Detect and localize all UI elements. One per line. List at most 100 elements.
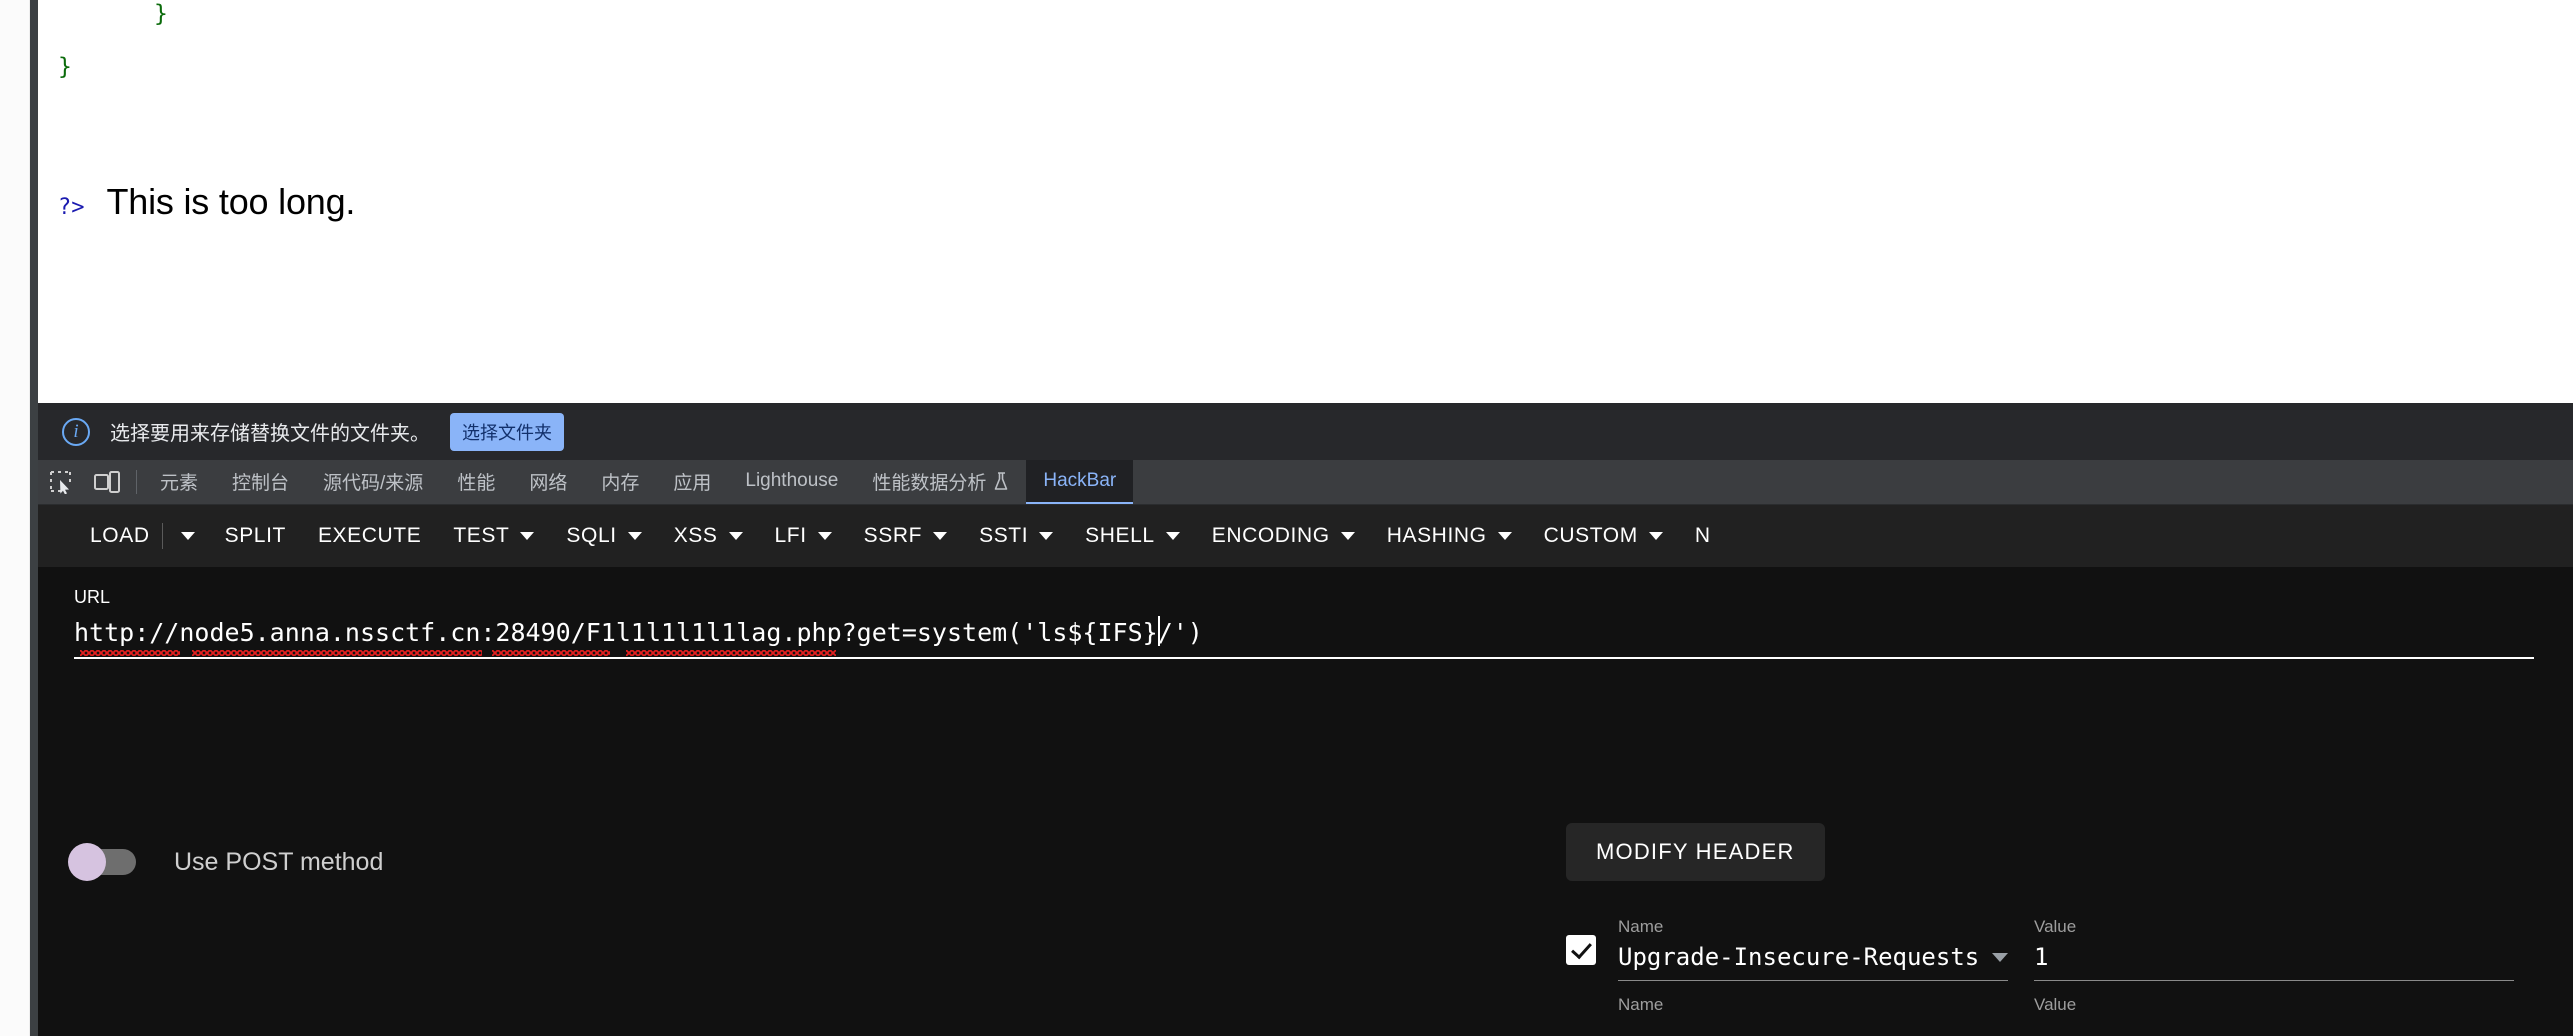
hackbar-sqli-menu[interactable]: SQLI xyxy=(550,505,657,567)
devtools-info-bar: i 选择要用来存储替换文件的文件夹。 选择文件夹 xyxy=(38,403,2573,460)
tab-sources[interactable]: 源代码/来源 xyxy=(306,460,440,504)
devtools-panel: i 选择要用来存储替换文件的文件夹。 选择文件夹 元素 控制台 源代码/来源 性… xyxy=(0,403,2573,1036)
tab-lighthouse[interactable]: Lighthouse xyxy=(728,460,855,504)
tab-label: 性能 xyxy=(457,472,496,494)
hackbar-custom-menu[interactable]: CUSTOM xyxy=(1528,505,1679,567)
modify-header-button[interactable]: MODIFY HEADER xyxy=(1566,823,1825,881)
hackbar-item-label: SPLIT xyxy=(224,524,286,547)
spellcheck-underline xyxy=(626,650,836,656)
header-value-value: 1 xyxy=(2034,943,2049,971)
chevron-down-icon xyxy=(520,532,535,540)
header-value-caption: Value xyxy=(2034,995,2077,1014)
page-left-gutter xyxy=(0,0,30,403)
hackbar-xss-menu[interactable]: XSS xyxy=(658,505,759,567)
tab-hackbar[interactable]: HackBar xyxy=(1026,460,1134,504)
tab-label: 元素 xyxy=(160,472,199,494)
page-scrollbar[interactable] xyxy=(30,0,38,403)
screen-root: } } ?> This is too long. i 选择要用来存储替换文件的文… xyxy=(0,0,2573,1036)
header-name-input[interactable]: Upgrade-Insecure-Requests xyxy=(1618,943,2008,981)
hackbar-overflow-menu[interactable]: N xyxy=(1679,505,1727,567)
tab-label: 网络 xyxy=(529,472,568,494)
tab-label: 内存 xyxy=(601,472,640,494)
hackbar-item-label: ENCODING xyxy=(1211,524,1330,547)
devtools-tab-strip: 元素 控制台 源代码/来源 性能 网络 内存 应用 Lighthouse 性能数… xyxy=(38,460,2573,505)
tab-performance-insights[interactable]: 性能数据分析 xyxy=(855,460,1026,504)
headers-zone: Name Upgrade-Insecure-Requests Value 1 N… xyxy=(38,907,2573,1036)
chevron-down-icon xyxy=(1340,532,1355,540)
hackbar-item-label: TEST xyxy=(453,524,510,547)
header-value-input[interactable]: 1 xyxy=(2034,943,2514,981)
header-value-field: Value xyxy=(2034,995,2514,1021)
chevron-down-icon xyxy=(1648,532,1663,540)
chevron-down-icon xyxy=(1165,532,1180,540)
hackbar-load-button[interactable]: LOAD xyxy=(74,505,158,567)
page-message-line: ?> This is too long. xyxy=(58,181,355,223)
tab-elements[interactable]: 元素 xyxy=(143,460,215,504)
hackbar-item-label: LOAD xyxy=(90,524,150,547)
tab-label: Lighthouse xyxy=(745,470,839,491)
url-value: http://node5.anna.nssctf.cn:28490/F1l1l1… xyxy=(74,618,1203,647)
select-folder-button[interactable]: 选择文件夹 xyxy=(450,412,564,451)
tab-application[interactable]: 应用 xyxy=(656,460,728,504)
hackbar-ssti-menu[interactable]: SSTI xyxy=(963,505,1069,567)
beaker-icon xyxy=(994,471,1009,491)
info-circle-icon: i xyxy=(62,417,90,446)
chevron-down-icon xyxy=(1039,532,1054,540)
tab-performance[interactable]: 性能 xyxy=(440,460,512,504)
tab-label: HackBar xyxy=(1043,470,1117,491)
hackbar-item-label: SSTI xyxy=(979,524,1029,547)
post-method-row: Use POST method MODIFY HEADER xyxy=(38,817,2573,907)
spellcheck-underline xyxy=(492,650,610,656)
info-bar-text: 选择要用来存储替换文件的文件夹。 xyxy=(110,423,430,445)
chevron-down-icon xyxy=(817,532,832,540)
hackbar-lfi-menu[interactable]: LFI xyxy=(759,505,848,567)
hackbar-item-label: SQLI xyxy=(566,524,617,547)
tab-console[interactable]: 控制台 xyxy=(215,460,306,504)
header-name-field: Name Upgrade-Insecure-Requests xyxy=(1618,917,2008,981)
spellcheck-underline xyxy=(80,650,180,656)
hackbar-shell-menu[interactable]: SHELL xyxy=(1069,505,1196,567)
header-name-field: Name xyxy=(1618,995,2008,1021)
hackbar-item-label: HASHING xyxy=(1386,524,1487,547)
hackbar-item-label: EXECUTE xyxy=(317,524,422,547)
hackbar-item-label: CUSTOM xyxy=(1543,524,1638,547)
inspect-element-icon[interactable] xyxy=(38,460,84,504)
php-close-tag: ?> xyxy=(58,195,85,220)
code-closing-brace-outer: } xyxy=(58,54,72,80)
tab-label: 应用 xyxy=(673,472,712,494)
hackbar-ssrf-menu[interactable]: SSRF xyxy=(848,505,963,567)
devtools-left-scrollbar[interactable] xyxy=(30,403,38,1036)
hackbar-item-label: N xyxy=(1694,524,1711,547)
hackbar-test-menu[interactable]: TEST xyxy=(437,505,550,567)
hackbar-load-dropdown[interactable] xyxy=(167,505,209,567)
tab-label: 源代码/来源 xyxy=(323,472,424,494)
devtools-body: i 选择要用来存储替换文件的文件夹。 选择文件夹 元素 控制台 源代码/来源 性… xyxy=(38,403,2573,1036)
header-row: Name Value xyxy=(1566,981,2573,1021)
page-message-text: This is too long. xyxy=(106,181,356,222)
tab-label: 控制台 xyxy=(232,472,290,494)
device-toolbar-icon[interactable] xyxy=(84,460,130,504)
url-input[interactable]: http://node5.anna.nssctf.cn:28490/F1l1l1… xyxy=(74,616,2534,659)
hackbar-hashing-menu[interactable]: HASHING xyxy=(1371,505,1528,567)
hackbar-execute-button[interactable]: EXECUTE xyxy=(302,505,437,567)
hackbar-item-label: XSS xyxy=(673,524,718,547)
header-enabled-checkbox[interactable] xyxy=(1566,935,1596,965)
hackbar-split-button[interactable]: SPLIT xyxy=(209,505,302,567)
chevron-down-icon xyxy=(933,532,948,540)
browser-page-area: } } ?> This is too long. xyxy=(0,0,2573,403)
hackbar-encoding-menu[interactable]: ENCODING xyxy=(1196,505,1371,567)
header-value-field: Value 1 xyxy=(2034,917,2514,981)
tab-memory[interactable]: 内存 xyxy=(584,460,656,504)
tab-network[interactable]: 网络 xyxy=(512,460,584,504)
use-post-method-label: Use POST method xyxy=(174,847,384,876)
url-section: URL http://node5.anna.nssctf.cn:28490/F1… xyxy=(38,567,2573,817)
page-content: } } ?> This is too long. xyxy=(38,0,2573,403)
header-name-value: Upgrade-Insecure-Requests xyxy=(1618,943,1980,971)
use-post-method-toggle[interactable] xyxy=(68,843,136,881)
devtools-left-gutter xyxy=(0,403,30,1036)
chevron-down-icon xyxy=(627,532,642,540)
header-name-caption: Name xyxy=(1618,995,1664,1014)
hackbar-item-label: SSRF xyxy=(863,524,923,547)
hackbar-item-label: SHELL xyxy=(1085,524,1155,547)
chevron-down-icon xyxy=(180,532,195,540)
